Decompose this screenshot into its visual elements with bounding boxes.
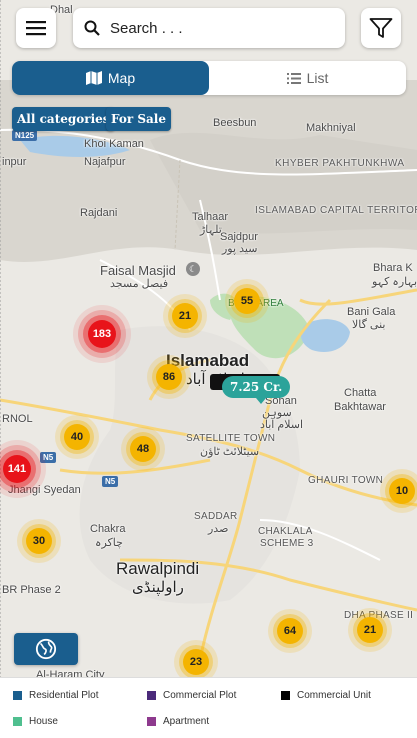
map-label-bani-gala-ur: بنی گالا bbox=[352, 319, 386, 331]
legend-swatch bbox=[147, 691, 156, 700]
legend-label: Commercial Unit bbox=[297, 690, 371, 701]
price-marker[interactable]: 7.25 Cr. bbox=[222, 376, 291, 404]
map-label-scheme3: SCHEME 3 bbox=[260, 538, 314, 549]
map-label-beesbun: Beesbun bbox=[213, 117, 257, 129]
legend-label: Residential Plot bbox=[29, 690, 99, 701]
map-label-najafpur: Najafpur bbox=[84, 156, 126, 168]
map-label-chakra: Chakra bbox=[90, 523, 126, 535]
top-bar bbox=[0, 8, 417, 48]
menu-button[interactable] bbox=[16, 8, 56, 48]
map-label-khyber: KHYBER PAKHTUNKHWA bbox=[275, 158, 405, 169]
legend-label: Apartment bbox=[163, 716, 210, 727]
map-label-khoi-kaman: Khoi Kaman bbox=[84, 138, 144, 150]
map-label-bhara-k-ur: بہارہ کہو bbox=[372, 276, 417, 288]
map-label-faisal-masjid-ur: فیصل مسجد bbox=[110, 278, 169, 290]
search-icon bbox=[84, 20, 100, 36]
filter-button[interactable] bbox=[361, 8, 401, 48]
map-label-bani-gala: Bani Gala bbox=[347, 306, 396, 318]
map-label-inpur: inpur bbox=[2, 156, 27, 168]
tab-list[interactable]: List bbox=[209, 61, 406, 95]
map-label-chatta: Chatta bbox=[344, 387, 377, 399]
map-label-ghauri-town: GHAURI TOWN bbox=[308, 475, 384, 486]
map-label-talhaar-ur: تلہاڑ bbox=[200, 224, 222, 236]
list-icon bbox=[286, 72, 301, 84]
cluster-marker[interactable]: 23 bbox=[183, 649, 209, 675]
hamburger-menu-icon bbox=[26, 21, 46, 36]
map-label-bhara-k: Bhara K bbox=[373, 262, 413, 274]
legend-item: House bbox=[13, 716, 58, 727]
legend-swatch bbox=[13, 717, 22, 726]
cluster-marker[interactable]: 64 bbox=[277, 618, 303, 644]
map-label-saddar-ur: صدر bbox=[208, 523, 229, 535]
legend-item: Residential Plot bbox=[13, 690, 98, 701]
legend-item: Apartment bbox=[147, 716, 209, 727]
map-label-saddar: SADDAR bbox=[194, 511, 238, 522]
tab-map-label: Map bbox=[107, 70, 136, 86]
legend-item: Commercial Unit bbox=[281, 690, 371, 701]
map-label-satellite-town: SATELLITE TOWN bbox=[186, 433, 276, 444]
road-badge-n5: N5 bbox=[40, 452, 57, 463]
cluster-marker[interactable]: 21 bbox=[172, 303, 198, 329]
legend-swatch bbox=[281, 691, 290, 700]
map-label-rnol: RNOL bbox=[2, 413, 33, 425]
legend-label: Commercial Plot bbox=[163, 690, 237, 701]
cluster-marker[interactable]: 21 bbox=[357, 617, 383, 643]
map-label-rajdani: Rajdani bbox=[80, 207, 118, 219]
tab-map[interactable]: Map bbox=[12, 61, 209, 95]
search-box[interactable] bbox=[73, 8, 345, 48]
category-filter-chip[interactable]: All categories bbox=[12, 107, 115, 131]
map-label-chakra-ur: چاکرہ bbox=[95, 537, 123, 549]
cluster-marker[interactable]: 183 bbox=[88, 320, 116, 348]
map-label-sajdpur-ur: سید پور bbox=[222, 243, 258, 255]
legend-item: Commercial Plot bbox=[147, 690, 236, 701]
property-type-legend: Residential Plot Commercial Plot Commerc… bbox=[0, 677, 417, 738]
map-label-sohan-ur: سوہن bbox=[262, 407, 292, 419]
filter-funnel-icon bbox=[369, 18, 393, 38]
map-label-al-haram: Al-Haram City bbox=[36, 669, 105, 677]
map-label-satellite-town-ur: سیٹلائٹ ٹاؤن bbox=[200, 446, 260, 458]
map-label-sajdpur: Sajdpur bbox=[220, 231, 258, 243]
mosque-icon: ☾ bbox=[186, 262, 200, 276]
legend-swatch bbox=[147, 717, 156, 726]
legend-label: House bbox=[29, 716, 58, 727]
purpose-filter-chip[interactable]: For Sale bbox=[106, 107, 172, 131]
globe-icon bbox=[35, 638, 57, 660]
map-label-ict: ISLAMABAD CAPITAL TERRITORY bbox=[255, 205, 417, 216]
map-label-bakhtawar: Bakhtawar bbox=[334, 401, 386, 413]
map-label-rawalpindi-ur: راولپنڈی bbox=[132, 579, 184, 596]
map-label-islamabad-small-ur: اسلام آباد bbox=[260, 419, 304, 431]
map-base bbox=[0, 0, 417, 677]
road-badge-n125: N125 bbox=[12, 130, 38, 141]
cluster-marker[interactable]: 10 bbox=[389, 478, 415, 504]
cluster-marker[interactable]: 141 bbox=[3, 455, 31, 483]
cluster-marker[interactable]: 86 bbox=[156, 364, 182, 390]
map-type-button[interactable] bbox=[14, 633, 78, 665]
map-label-chaklala: CHAKLALA bbox=[258, 526, 313, 537]
cluster-marker[interactable]: 55 bbox=[234, 288, 260, 314]
view-toggle: Map List bbox=[12, 61, 406, 95]
cluster-marker[interactable]: 48 bbox=[130, 436, 156, 462]
map-label-faisal-masjid: Faisal Masjid bbox=[100, 263, 176, 278]
map-label-br-phase2: BR Phase 2 bbox=[2, 584, 61, 596]
road-badge-n5: N5 bbox=[102, 476, 119, 487]
map-label-rawalpindi: Rawalpindi bbox=[116, 559, 200, 578]
map-view[interactable]: N125 N5 N5 Dhal Beesbun Makhniyal Khoi K… bbox=[0, 0, 417, 677]
tab-list-label: List bbox=[306, 70, 329, 86]
map-label-talhaar: Talhaar bbox=[192, 211, 229, 223]
search-input[interactable] bbox=[108, 18, 332, 38]
map-label-jhangi-syedan: Jhangi Syedan bbox=[8, 484, 81, 496]
legend-swatch bbox=[13, 691, 22, 700]
map-icon bbox=[85, 71, 102, 85]
map-label-makhniyal: Makhniyal bbox=[306, 122, 356, 134]
cluster-marker[interactable]: 30 bbox=[26, 528, 52, 554]
cluster-marker[interactable]: 40 bbox=[64, 424, 90, 450]
